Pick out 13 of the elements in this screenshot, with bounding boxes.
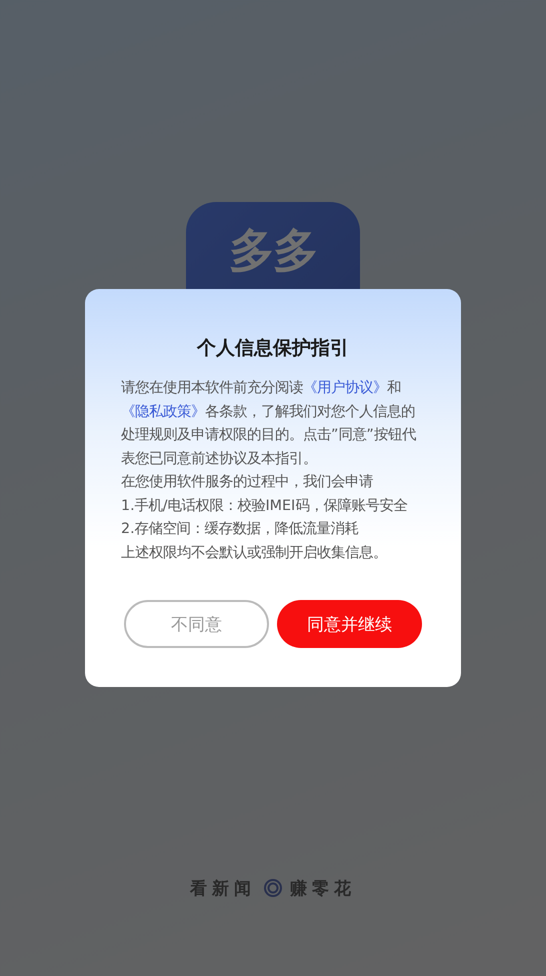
permission-text: 在您使用软件服务的过程中，我们会申请	[121, 473, 374, 492]
ring-icon	[264, 879, 282, 897]
permission-text: 1.手机/电话权限：校验IMEI码，保障账号安全	[121, 496, 408, 516]
disagree-button[interactable]: 不同意	[124, 600, 269, 648]
agree-button[interactable]: 同意并继续	[277, 600, 422, 648]
slogan-text: 看新闻	[190, 878, 256, 900]
slogan-text: 赚零花	[290, 878, 356, 900]
dialog-title: 个人信息保护指引	[196, 336, 350, 361]
agreement-link[interactable]: 《用户协议》	[303, 380, 387, 396]
permission-text: 2.存储空间：缓存数据，降低流量消耗	[121, 520, 360, 539]
permission-text: 上述权限均不会默认或强制开启收集信息。	[121, 544, 388, 562]
intro-paragraph: 请您在使用本软件前充分阅读《用户协议》和 《隐私政策》各条款，了解我们对您个人信息的处理规则及申请权限的目的。点击”同意”按钮代表您已同意前述协议及本指引。	[121, 378, 417, 468]
agreement-link[interactable]: 《隐私政策》	[121, 404, 205, 420]
